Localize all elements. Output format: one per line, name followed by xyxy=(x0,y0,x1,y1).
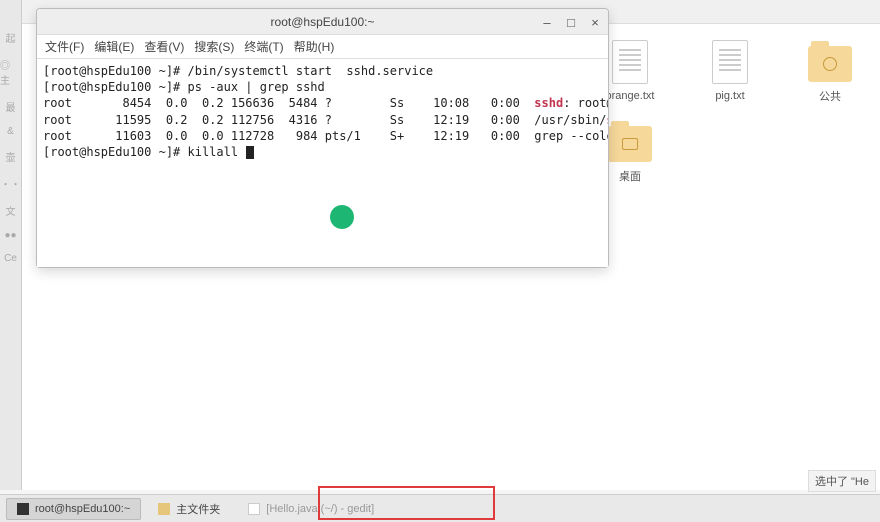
taskbar-label: [Hello.java (~/) - gedit] xyxy=(266,503,374,515)
toolbar-item[interactable]: ◎ 主 xyxy=(0,57,21,87)
taskbar-label: root@hspEdu100:~ xyxy=(35,503,130,515)
share-badge-icon xyxy=(823,57,837,71)
toolbar-item[interactable]: 起 xyxy=(6,30,16,45)
desktop-icons-row2: 桌面 xyxy=(600,120,660,184)
menu-help[interactable]: 帮助(H) xyxy=(294,38,335,55)
taskbar: root@hspEdu100:~ 主文件夹 [Hello.java (~/) -… xyxy=(0,494,880,522)
text-file-icon xyxy=(612,40,648,84)
toolbar-item[interactable]: 最 xyxy=(6,99,16,114)
terminal-window: root@hspEdu100:~ – □ × 文件(F) 编辑(E) 查看(V)… xyxy=(36,8,609,268)
status-bar-selection: 选中了 "He xyxy=(808,470,876,492)
file-label: orange.txt xyxy=(606,90,655,102)
toolbar-item[interactable]: ●● xyxy=(4,230,16,241)
toolbar-item[interactable]: 文 xyxy=(6,203,16,218)
terminal-body[interactable]: [root@hspEdu100 ~]# /bin/systemctl start… xyxy=(37,59,608,267)
folder-label: 公共 xyxy=(819,88,841,104)
image-badge-icon xyxy=(622,138,638,150)
file-pig-txt[interactable]: pig.txt xyxy=(700,40,760,104)
left-toolbar: 起 ◎ 主 最 & 壶 ・・ 文 ●● Ce xyxy=(0,0,22,490)
folder-icon xyxy=(608,126,652,162)
close-button[interactable]: × xyxy=(588,15,602,30)
folder-public[interactable]: 公共 xyxy=(800,40,860,104)
window-title: root@hspEdu100:~ xyxy=(271,15,375,29)
menu-view[interactable]: 查看(V) xyxy=(144,38,184,55)
menu-terminal[interactable]: 终端(T) xyxy=(244,38,283,55)
toolbar-item[interactable]: ・・ xyxy=(1,176,21,191)
terminal-icon xyxy=(17,503,29,515)
folder-icon xyxy=(808,46,852,82)
folder-label: 桌面 xyxy=(619,168,641,184)
folder-desktop[interactable]: 桌面 xyxy=(600,120,660,184)
titlebar[interactable]: root@hspEdu100:~ – □ × xyxy=(37,9,608,35)
folder-icon xyxy=(158,503,170,515)
file-orange-txt[interactable]: orange.txt xyxy=(600,40,660,104)
menubar: 文件(F) 编辑(E) 查看(V) 搜索(S) 终端(T) 帮助(H) xyxy=(37,35,608,59)
toolbar-item[interactable]: Ce xyxy=(4,253,17,264)
file-label: pig.txt xyxy=(715,90,744,102)
text-file-icon xyxy=(712,40,748,84)
menu-search[interactable]: 搜索(S) xyxy=(194,38,234,55)
gedit-icon xyxy=(248,503,260,515)
toolbar-item[interactable]: & xyxy=(7,126,14,137)
taskbar-label: 主文件夹 xyxy=(176,501,220,517)
desktop-icons-row1: orange.txt pig.txt 公共 xyxy=(600,40,860,104)
menu-edit[interactable]: 编辑(E) xyxy=(94,38,134,55)
maximize-button[interactable]: □ xyxy=(564,15,578,30)
toolbar-item[interactable]: 壶 xyxy=(6,149,16,164)
minimize-button[interactable]: – xyxy=(540,15,554,30)
menu-file[interactable]: 文件(F) xyxy=(45,38,84,55)
green-ball-overlay xyxy=(330,205,354,229)
taskbar-item-files[interactable]: 主文件夹 xyxy=(147,498,231,520)
taskbar-item-terminal[interactable]: root@hspEdu100:~ xyxy=(6,498,141,520)
window-controls: – □ × xyxy=(540,9,602,35)
taskbar-item-gedit[interactable]: [Hello.java (~/) - gedit] xyxy=(237,498,385,520)
